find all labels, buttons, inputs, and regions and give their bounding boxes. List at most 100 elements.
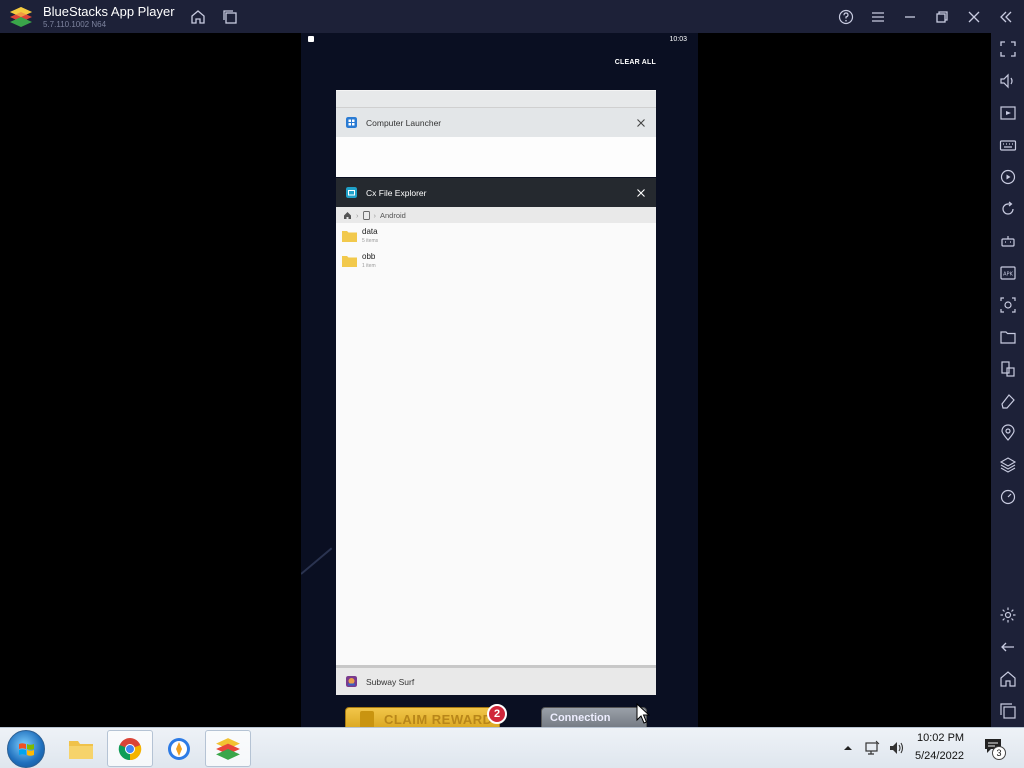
macro-button[interactable] [999, 168, 1017, 186]
taskbar-clock-date[interactable]: 5/24/2022 [915, 750, 964, 762]
recent-card-subway-surf[interactable]: Subway Surf [336, 665, 656, 695]
screenshot-button[interactable] [999, 296, 1017, 314]
rotate-icon [1002, 201, 1014, 215]
taskbar-chrome[interactable] [107, 730, 153, 767]
background-decoration [301, 547, 333, 575]
close-button[interactable] [964, 7, 984, 27]
start-button[interactable] [7, 730, 45, 768]
android-home-button[interactable] [999, 670, 1017, 688]
show-hidden-icons-icon[interactable] [843, 743, 853, 753]
network-icon[interactable] [864, 740, 880, 756]
double-chevron-left-icon [1000, 11, 1012, 23]
settings-button[interactable] [999, 606, 1017, 624]
clear-all-button[interactable]: CLEAR ALL [615, 59, 656, 66]
back-button[interactable] [999, 638, 1017, 656]
bluestacks-logo-icon [9, 6, 33, 28]
gear-icon [1000, 607, 1016, 623]
install-apk-button[interactable]: APK [999, 264, 1017, 282]
performance-button[interactable] [999, 488, 1017, 506]
minimize-button[interactable] [900, 7, 920, 27]
home-icon [1000, 671, 1016, 687]
stack-icon [999, 457, 1017, 473]
claim-count-badge: 2 [487, 704, 507, 724]
notification-count-badge: 3 [992, 746, 1006, 760]
claim-reward-button[interactable]: CLAIM REWARD [345, 707, 500, 727]
folder-icon [1000, 331, 1016, 344]
recent-apps-icon [1000, 703, 1016, 719]
folder-icon [69, 740, 93, 759]
game-controls-button[interactable] [999, 232, 1017, 250]
windows-logo-icon [19, 743, 34, 756]
bolt-icon [360, 711, 374, 727]
recent-card-cx-file-explorer[interactable]: Cx File Explorer › › Android data 5 item… [336, 178, 656, 666]
restore-button[interactable] [932, 7, 952, 27]
svg-text:APK: APK [1003, 272, 1013, 278]
chevron-right-icon: › [356, 210, 359, 220]
location-button[interactable] [999, 424, 1017, 442]
list-item-folder-data[interactable]: data 5 items [336, 223, 656, 248]
breadcrumb-current[interactable]: Android [380, 211, 406, 220]
taskbar-clock-time[interactable]: 10:02 PM [917, 732, 964, 744]
cx-file-explorer-app-icon [346, 187, 357, 198]
media-folder-button[interactable] [999, 328, 1017, 346]
home-icon[interactable] [343, 211, 352, 220]
card-app-name: Cx File Explorer [366, 187, 427, 198]
close-icon[interactable] [636, 188, 646, 198]
layers-icon [223, 10, 237, 24]
restore-icon [936, 11, 948, 23]
taskbar-bluestacks[interactable] [205, 730, 251, 767]
bluestacks-sidebar: APK [991, 33, 1024, 727]
folder-name: obb [362, 252, 376, 261]
location-pin-icon [1001, 424, 1015, 441]
folder-item-count: 1 item [362, 263, 376, 269]
speaker-icon[interactable] [888, 740, 904, 756]
connection-label: Connection [550, 712, 611, 724]
chevron-right-icon: › [373, 210, 377, 220]
phone-icon[interactable] [362, 210, 370, 220]
robot-icon [1001, 236, 1015, 247]
claim-reward-label: CLAIM REWARD [384, 712, 493, 727]
apk-icon: APK [1000, 266, 1016, 280]
volume-button[interactable] [999, 72, 1017, 90]
menu-button[interactable] [868, 7, 888, 27]
multi-instance-button[interactable] [220, 7, 240, 27]
taskbar-file-explorer[interactable] [58, 730, 104, 767]
multi-instance-sidebar-button[interactable] [999, 360, 1017, 378]
folder-name: data [362, 227, 378, 236]
fullscreen-button[interactable] [999, 40, 1017, 58]
arrow-left-icon [1001, 642, 1014, 652]
mouse-cursor-icon [636, 703, 650, 724]
minimize-icon [905, 16, 915, 18]
folder-icon [342, 231, 357, 242]
close-icon [968, 11, 980, 23]
home-button[interactable] [188, 7, 208, 27]
camera-icon [1000, 297, 1016, 313]
subway-surf-preview: CLAIM REWARD 2 Connection [336, 704, 656, 727]
app-title: BlueStacks App Player [43, 4, 175, 19]
eco-mode-button[interactable] [999, 392, 1017, 410]
taskbar-browser[interactable] [156, 730, 202, 767]
list-item-folder-obb[interactable]: obb 1 item [336, 248, 656, 273]
windows-taskbar: 10:02 PM 5/24/2022 3 [0, 727, 1024, 768]
collapse-sidebar-button[interactable] [996, 7, 1016, 27]
hamburger-icon [872, 12, 884, 22]
copy-icon [1001, 361, 1015, 377]
computer-launcher-app-icon [346, 117, 357, 128]
help-button[interactable] [836, 7, 856, 27]
card-header: Subway Surf [336, 668, 656, 695]
eraser-icon [1001, 394, 1015, 409]
breadcrumb: › › Android [336, 207, 656, 223]
recent-apps-button[interactable] [999, 702, 1017, 720]
keyboard-controls-button[interactable] [999, 136, 1017, 154]
card-header: Computer Launcher [336, 107, 656, 137]
volume-icon [1000, 73, 1013, 89]
layers-button[interactable] [999, 456, 1017, 474]
close-icon[interactable] [636, 118, 646, 128]
screen-record-button[interactable] [999, 104, 1017, 122]
home-icon [191, 10, 205, 24]
action-center-button[interactable]: 3 [984, 738, 1006, 760]
card-app-name: Subway Surf [366, 676, 415, 687]
connection-button[interactable]: Connection [541, 707, 647, 727]
recent-card-computer-launcher[interactable]: Computer Launcher [336, 107, 656, 177]
rotate-button[interactable] [999, 200, 1017, 218]
